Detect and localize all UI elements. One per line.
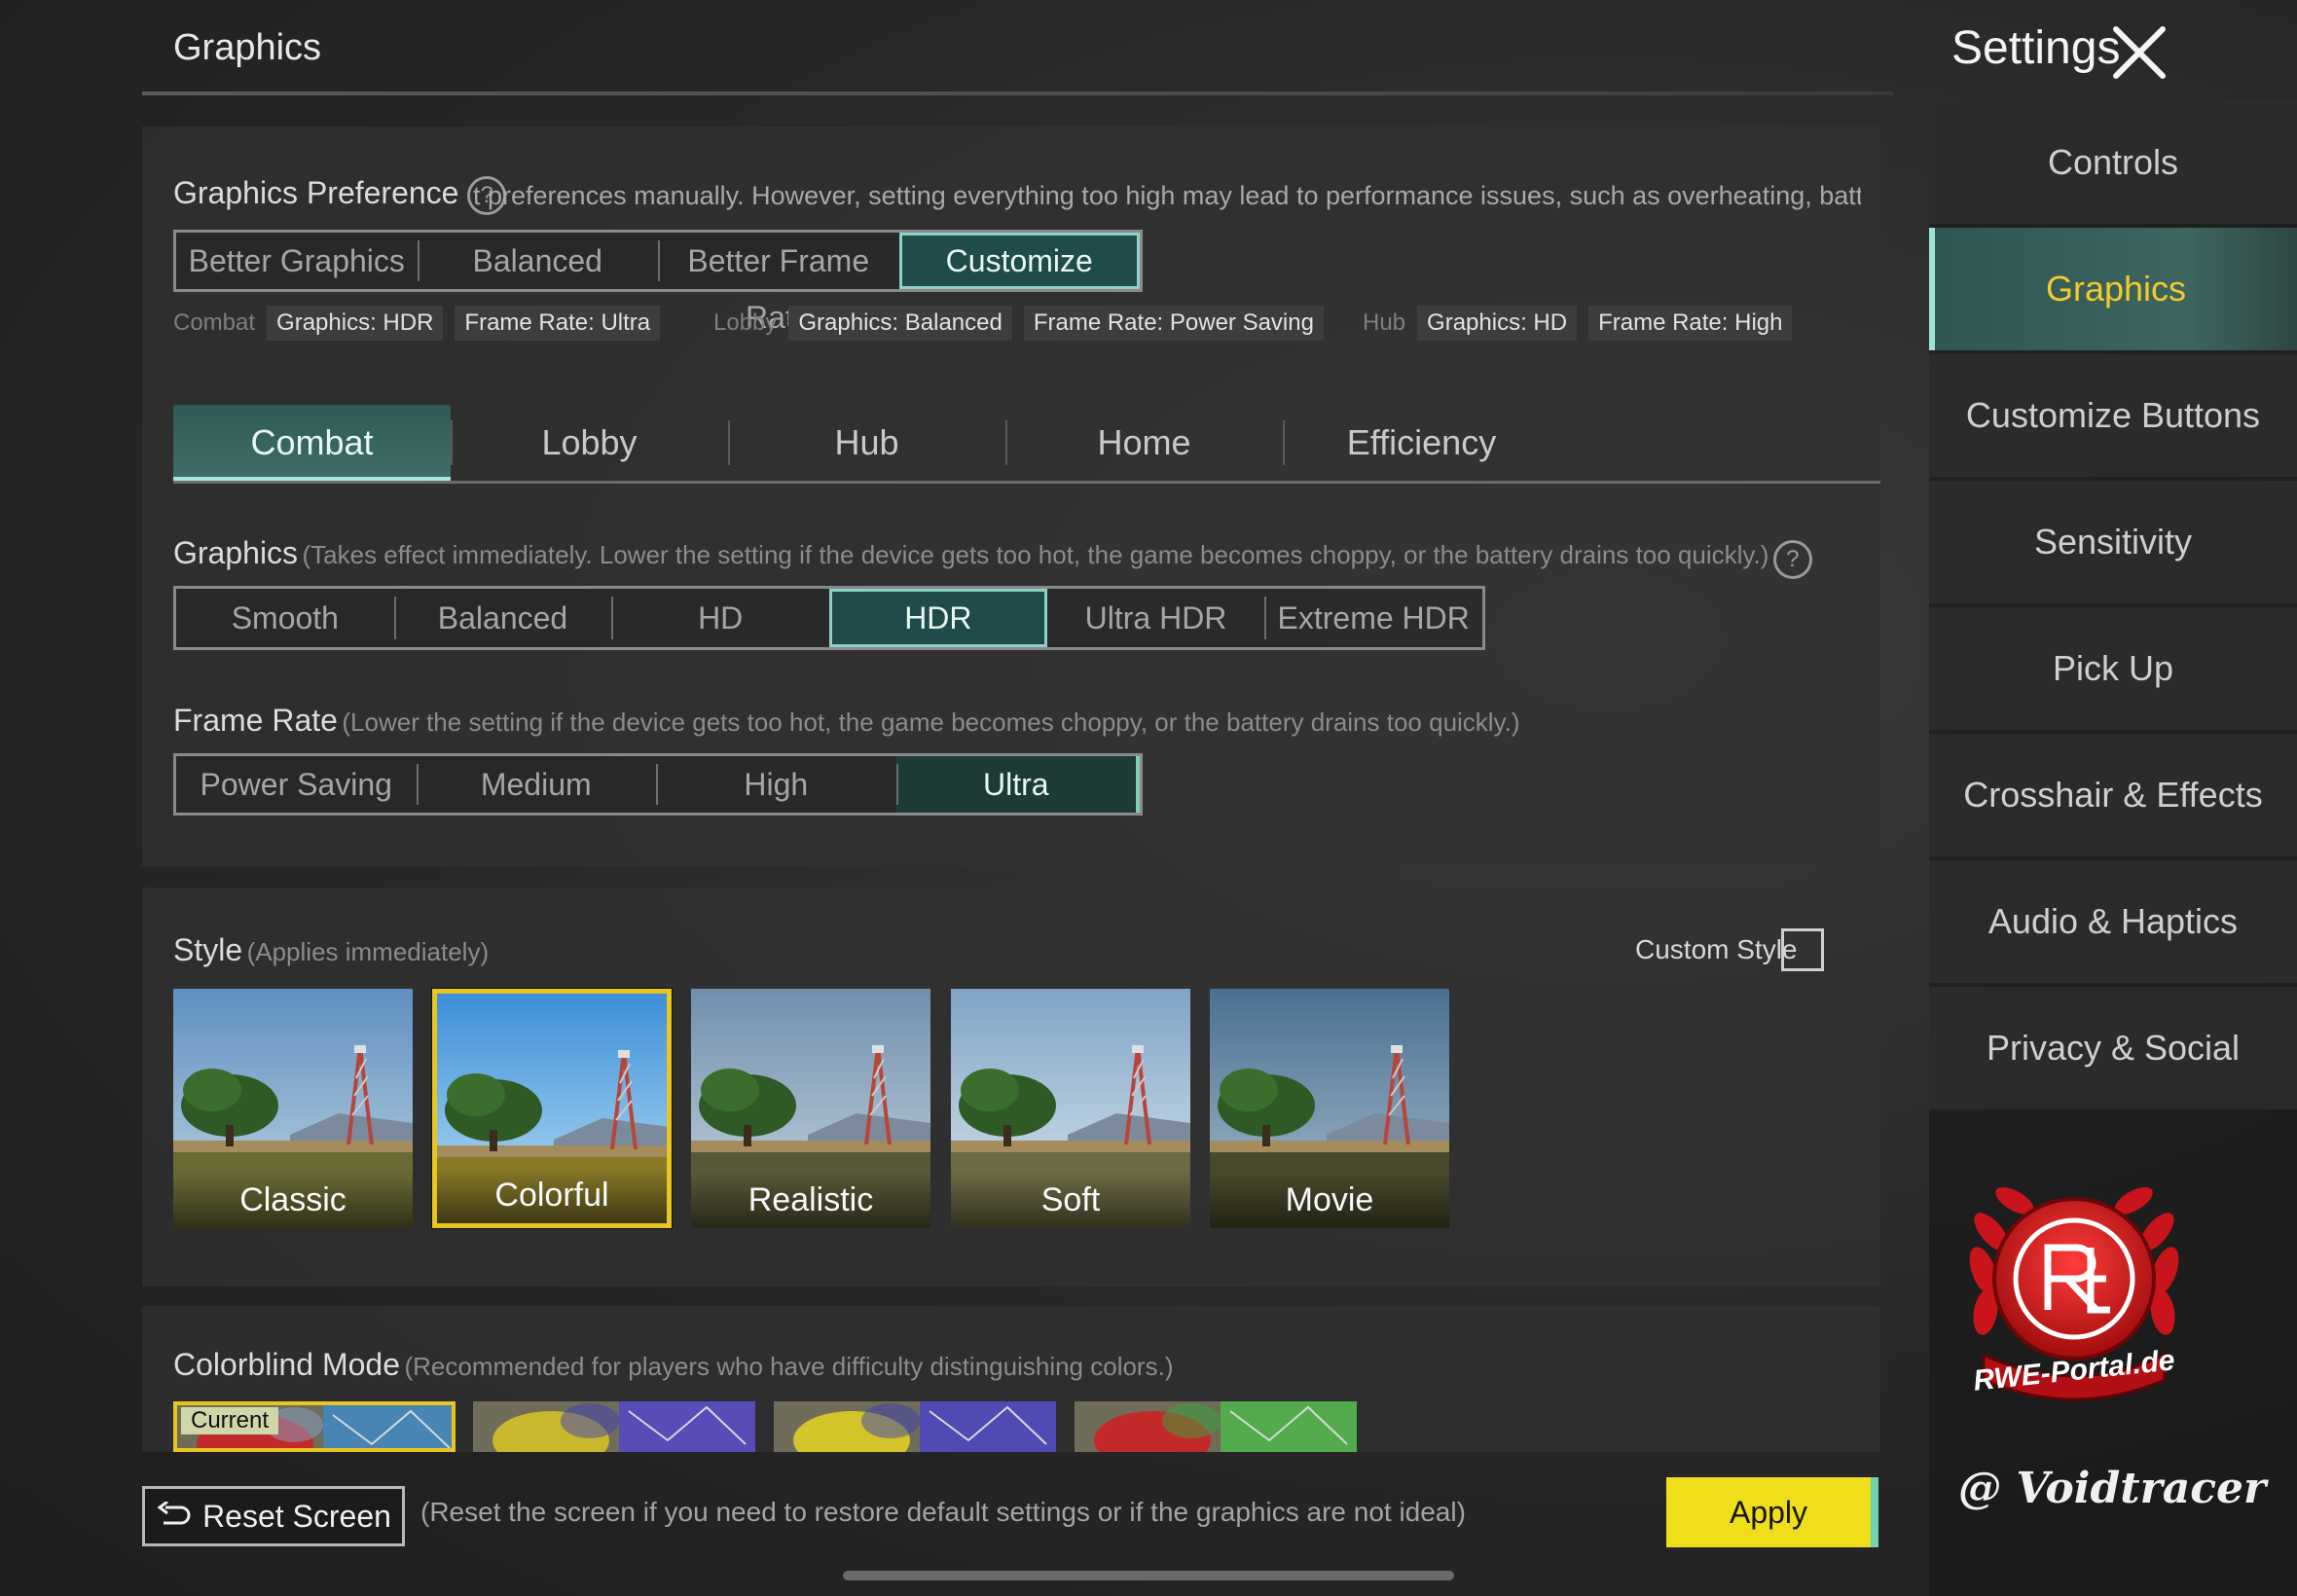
style-row: Style (Applies immediately) [173, 932, 489, 968]
preference-description: t preferences manually. However, setting… [473, 181, 1861, 210]
summary-graphics-tag: Graphics: HDR [267, 306, 444, 341]
sidebar-item-crosshair-effects[interactable]: Crosshair & Effects [1929, 734, 2297, 856]
summary-frame-rate-tag: Frame Rate: High [1588, 306, 1793, 341]
style-card-soft[interactable]: Soft [951, 989, 1190, 1228]
graphics-option-hd[interactable]: HD [611, 589, 829, 647]
graphics-option-smooth[interactable]: Smooth [176, 589, 394, 647]
summary-group: Lobby Graphics: Balanced Frame Rate: Power… [713, 306, 1324, 341]
sidebar-item-graphics[interactable]: Graphics [1929, 228, 2297, 350]
graphics-option-balanced[interactable]: Balanced [393, 589, 612, 647]
frame-rate-row: Frame Rate (Lower the setting if the dev… [173, 703, 1520, 739]
preference-option-balanced[interactable]: Balanced [417, 233, 659, 289]
frame-rate-selector: Power Saving Medium High Ultra [173, 753, 1143, 816]
reset-screen-button[interactable]: Reset Screen [142, 1486, 405, 1546]
sidebar-item-controls[interactable]: Controls [1929, 101, 2297, 224]
style-card-label: Soft [951, 1172, 1190, 1228]
graphics-hint: (Takes effect immediately. Lower the set… [302, 540, 1769, 569]
frame-rate-option-medium[interactable]: Medium [416, 756, 657, 813]
custom-style-label: Custom Style [1635, 934, 1798, 964]
colorblind-option[interactable] [774, 1401, 1056, 1452]
style-card-label: Colorful [437, 1167, 667, 1223]
current-badge: Current [181, 1407, 279, 1434]
colorblind-preview [473, 1401, 755, 1452]
preference-option-better-frame-rate[interactable]: Better Frame Rate [658, 233, 899, 335]
summary-group: Combat Graphics: HDR Frame Rate: Ultra [173, 306, 661, 341]
frame-rate-hint: (Lower the setting if the device gets to… [342, 707, 1520, 737]
reset-screen-label: Reset Screen [202, 1498, 391, 1534]
scene-tabs: Combat Lobby Hub Home Efficiency [173, 405, 1880, 484]
help-icon[interactable]: ? [1772, 539, 1812, 579]
graphics-preference-row: Graphics Preference ? [173, 175, 507, 215]
summary-label: Combat [173, 309, 256, 336]
preference-selector: Better Graphics Balanced Better Frame Rate… [173, 230, 1143, 335]
tab-efficiency[interactable]: Efficiency [1283, 405, 1560, 481]
summary-label: Hub [1363, 309, 1406, 336]
colorblind-hint: (Recommended for players who have diffic… [404, 1352, 1174, 1381]
style-card-colorful[interactable]: Colorful [432, 989, 672, 1228]
rwe-portal-logo: RWE-Portal.de [1954, 1164, 2194, 1417]
custom-style-checkbox[interactable] [1781, 928, 1824, 971]
home-indicator [843, 1571, 1454, 1580]
summary-graphics-tag: Graphics: HD [1417, 306, 1578, 341]
watermark-handle: @ Voidtracer [1958, 1464, 2267, 1513]
summary-frame-rate-tag: Frame Rate: Ultra [455, 306, 661, 341]
colorblind-preview [774, 1401, 1056, 1452]
graphics-quality-selector: Smooth Balanced HD HDR Ultra HDR Extreme HDR [173, 586, 1485, 650]
summary-graphics-tag: Graphics: Balanced [788, 306, 1012, 341]
colorblind-label: Colorblind Mode [173, 1347, 401, 1382]
preference-option-customize[interactable]: Customize [898, 233, 1140, 289]
frame-rate-option-ultra[interactable]: Ultra [895, 756, 1140, 813]
style-card-classic[interactable]: Classic [173, 989, 413, 1228]
sidebar-item-privacy-social[interactable]: Privacy & Social [1929, 987, 2297, 1109]
style-card-realistic[interactable]: Realistic [691, 989, 930, 1228]
graphics-option-extreme-hdr[interactable]: Extreme HDR [1264, 589, 1482, 647]
frame-rate-option-power-saving[interactable]: Power Saving [176, 756, 417, 813]
close-icon[interactable] [2110, 23, 2169, 82]
colorblind-option[interactable] [473, 1401, 755, 1452]
summary-frame-rate-tag: Frame Rate: Power Saving [1023, 306, 1324, 341]
tab-home[interactable]: Home [1005, 405, 1283, 481]
page-title: Graphics [173, 27, 322, 68]
sidebar-item-sensitivity[interactable]: Sensitivity [1929, 481, 2297, 603]
style-card-label: Classic [173, 1172, 413, 1228]
graphics-label: Graphics [173, 535, 299, 570]
frame-rate-option-high[interactable]: High [656, 756, 896, 813]
colorblind-option[interactable]: Current [173, 1401, 456, 1452]
graphics-quality-row: Graphics (Takes effect immediately. Lowe… [173, 535, 1812, 579]
colorblind-option[interactable] [1075, 1401, 1357, 1452]
summary-label: Lobby [713, 309, 778, 336]
style-card-label: Movie [1210, 1172, 1449, 1228]
apply-button[interactable]: Apply [1666, 1477, 1878, 1547]
colorblind-row: Colorblind Mode (Recommended for players… [173, 1347, 1173, 1383]
header-divider [142, 91, 1894, 95]
sidebar-item-audio-haptics[interactable]: Audio & Haptics [1929, 860, 2297, 983]
tab-hub[interactable]: Hub [728, 405, 1005, 481]
frame-rate-label: Frame Rate [173, 703, 338, 738]
undo-icon [157, 1502, 191, 1525]
style-card-movie[interactable]: Movie [1210, 989, 1449, 1228]
tab-lobby[interactable]: Lobby [451, 405, 728, 481]
preference-option-better-graphics[interactable]: Better Graphics [176, 233, 418, 289]
tab-combat[interactable]: Combat [173, 405, 451, 481]
summary-group: Hub Graphics: HD Frame Rate: High [1363, 306, 1793, 341]
graphics-option-ultra-hdr[interactable]: Ultra HDR [1047, 589, 1265, 647]
graphics-preference-label: Graphics Preference [173, 175, 459, 210]
graphics-option-hdr[interactable]: HDR [829, 589, 1047, 647]
style-card-label: Realistic [691, 1172, 930, 1228]
style-hint: (Applies immediately) [246, 937, 490, 966]
colorblind-preview [1075, 1401, 1357, 1452]
settings-title: Settings [1951, 22, 2121, 74]
sidebar-item-pick-up[interactable]: Pick Up [1929, 607, 2297, 730]
reset-hint: (Reset the screen if you need to restore… [420, 1497, 1466, 1527]
style-label: Style [173, 932, 243, 967]
sidebar-item-customize-buttons[interactable]: Customize Buttons [1929, 354, 2297, 477]
